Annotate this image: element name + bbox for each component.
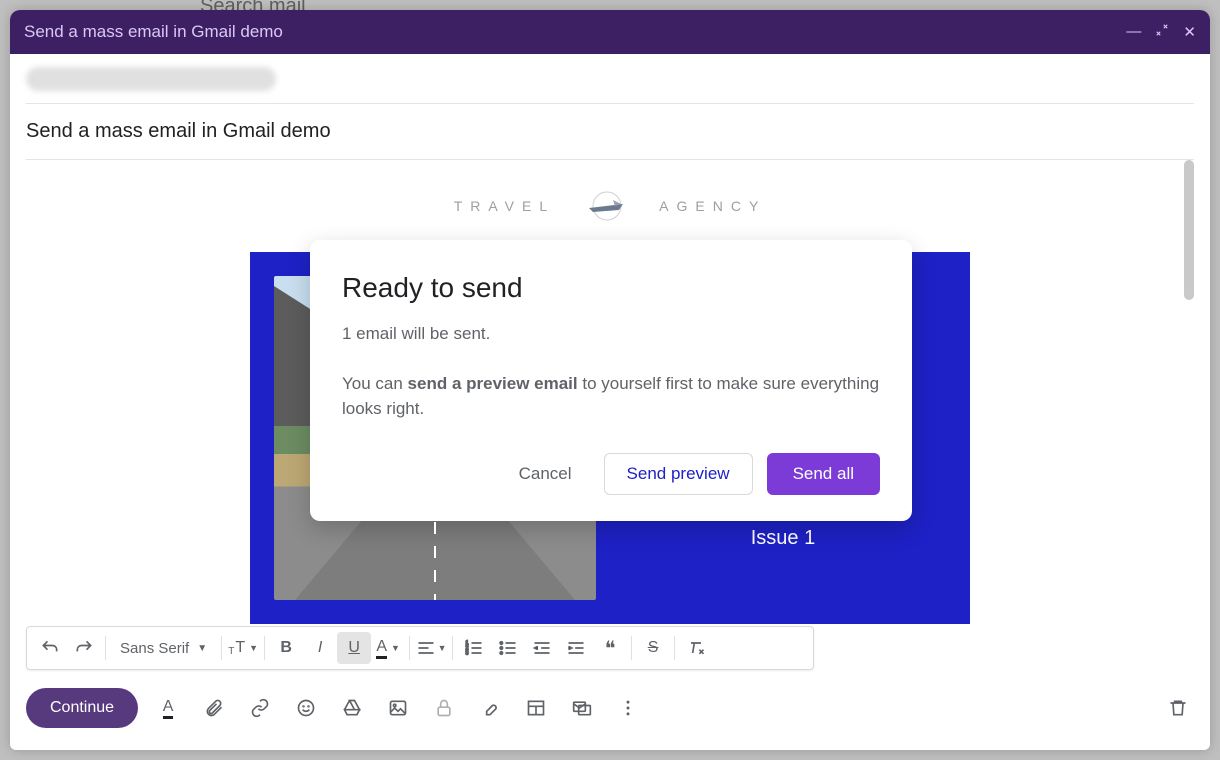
confidential-icon[interactable] <box>428 692 460 724</box>
indent-more-button[interactable] <box>559 632 593 664</box>
editor-scrollbar[interactable] <box>1184 160 1194 300</box>
logo-right-text: AGENCY <box>659 198 766 214</box>
plane-icon <box>583 190 631 222</box>
discard-icon[interactable] <box>1162 692 1194 724</box>
compose-titlebar: Send a mass email in Gmail demo — ✕ <box>10 10 1210 54</box>
recipient-chip-blurred <box>26 67 276 91</box>
window-controls: — ✕ <box>1126 23 1196 41</box>
redo-button[interactable] <box>67 632 101 664</box>
chevron-down-icon: ▼ <box>197 643 207 654</box>
dialog-title: Ready to send <box>342 272 880 304</box>
italic-button[interactable]: I <box>303 632 337 664</box>
drive-icon[interactable] <box>336 692 368 724</box>
format-toolbar: Sans Serif ▼ TT ▼ B I U A ▼ ▼ 123 <box>26 626 814 670</box>
bullet-list-button[interactable] <box>491 632 525 664</box>
align-button[interactable]: ▼ <box>414 632 448 664</box>
mail-merge-icon[interactable] <box>566 692 598 724</box>
send-preview-button[interactable]: Send preview <box>604 453 753 495</box>
window-restore-icon[interactable] <box>1155 23 1169 41</box>
window-close-icon[interactable]: ✕ <box>1183 23 1196 41</box>
compose-sendbar: Continue A <box>26 684 1194 732</box>
indent-less-button[interactable] <box>525 632 559 664</box>
continue-button[interactable]: Continue <box>26 688 138 728</box>
subject-text: Send a mass email in Gmail demo <box>26 120 331 143</box>
svg-text:3: 3 <box>466 651 469 657</box>
font-family-label: Sans Serif <box>120 640 189 657</box>
attach-icon[interactable] <box>198 692 230 724</box>
ready-to-send-dialog: Ready to send 1 email will be sent. You … <box>310 240 912 521</box>
cancel-button[interactable]: Cancel <box>501 453 590 495</box>
font-size-dropdown[interactable]: TT ▼ <box>226 632 260 664</box>
send-all-button[interactable]: Send all <box>767 453 880 495</box>
chevron-down-icon: ▼ <box>438 643 447 653</box>
quote-button[interactable]: ❝ <box>593 632 627 664</box>
undo-button[interactable] <box>33 632 67 664</box>
underline-button[interactable]: U <box>337 632 371 664</box>
compose-title: Send a mass email in Gmail demo <box>24 22 283 42</box>
chevron-down-icon: ▼ <box>391 643 400 653</box>
font-family-dropdown[interactable]: Sans Serif ▼ <box>110 640 217 657</box>
dialog-button-row: Cancel Send preview Send all <box>342 453 880 495</box>
newsletter-issue: Issue 1 <box>751 527 815 550</box>
signature-icon[interactable] <box>474 692 506 724</box>
text-color-button[interactable]: A ▼ <box>371 632 405 664</box>
template-logo: TRAVEL AGENCY <box>460 190 760 222</box>
window-minimize-icon[interactable]: — <box>1126 23 1141 41</box>
strikethrough-button[interactable]: S <box>636 632 670 664</box>
logo-left-text: TRAVEL <box>454 198 555 214</box>
chevron-down-icon: ▼ <box>249 643 258 653</box>
more-options-icon[interactable] <box>612 692 644 724</box>
bold-button[interactable]: B <box>269 632 303 664</box>
dialog-count-text: 1 email will be sent. <box>342 324 880 344</box>
recipients-row[interactable] <box>26 54 1194 104</box>
road-lane <box>434 450 436 600</box>
emoji-icon[interactable] <box>290 692 322 724</box>
link-icon[interactable] <box>244 692 276 724</box>
image-icon[interactable] <box>382 692 414 724</box>
layout-icon[interactable] <box>520 692 552 724</box>
text-color-icon[interactable]: A <box>152 692 184 724</box>
clear-format-button[interactable] <box>679 632 713 664</box>
dialog-description: You can send a preview email to yourself… <box>342 372 880 421</box>
subject-row[interactable]: Send a mass email in Gmail demo <box>26 104 1194 160</box>
numbered-list-button[interactable]: 123 <box>457 632 491 664</box>
